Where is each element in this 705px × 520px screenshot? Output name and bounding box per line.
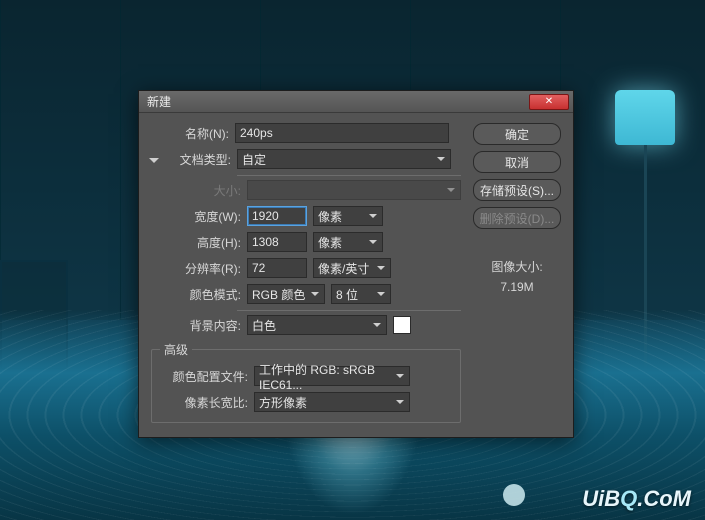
resolution-input[interactable] (247, 258, 307, 278)
size-select (247, 180, 461, 200)
close-icon: ✕ (545, 97, 553, 107)
doc-type-label: 文档类型: (169, 151, 231, 168)
bg-color-swatch[interactable] (393, 316, 411, 334)
image-size-value: 7.19M (473, 277, 561, 297)
bg-label: 背景内容: (163, 317, 241, 334)
image-size-info: 图像大小: 7.19M (473, 257, 561, 298)
doc-type-select[interactable]: 自定 (237, 149, 451, 169)
width-input[interactable] (247, 206, 307, 226)
delete-preset-button: 删除预设(D)... (473, 207, 561, 229)
pixel-aspect-select[interactable]: 方形像素 (254, 392, 410, 412)
ok-button[interactable]: 确定 (473, 123, 561, 145)
width-unit-value: 像素 (318, 208, 342, 225)
color-profile-select[interactable]: 工作中的 RGB: sRGB IEC61... (254, 366, 410, 386)
dialog-title: 新建 (147, 93, 171, 110)
chevron-down-icon (149, 158, 159, 168)
height-unit-value: 像素 (318, 234, 342, 251)
bg-content-value: 白色 (252, 317, 276, 334)
color-profile-value: 工作中的 RGB: sRGB IEC61... (259, 361, 393, 392)
width-unit-select[interactable]: 像素 (313, 206, 383, 226)
aspect-label: 像素长宽比: (160, 394, 248, 411)
height-input[interactable] (247, 232, 307, 252)
profile-label: 颜色配置文件: (160, 368, 248, 385)
color-mode-select[interactable]: RGB 颜色 (247, 284, 325, 304)
resolution-unit-select[interactable]: 像素/英寸 (313, 258, 391, 278)
doc-type-value: 自定 (242, 151, 266, 168)
separator (237, 310, 461, 311)
bg-content-select[interactable]: 白色 (247, 315, 387, 335)
bit-depth-value: 8 位 (336, 286, 358, 303)
advanced-legend: 高级 (160, 341, 192, 358)
size-label: 大小: (163, 182, 241, 199)
cancel-button[interactable]: 取消 (473, 151, 561, 173)
color-mode-value: RGB 颜色 (252, 286, 305, 303)
bit-depth-select[interactable]: 8 位 (331, 284, 391, 304)
image-size-label: 图像大小: (473, 257, 561, 277)
watermark-text: UiBQ.CoM (582, 486, 691, 512)
resolution-label: 分辨率(R): (163, 260, 241, 277)
height-unit-select[interactable]: 像素 (313, 232, 383, 252)
separator (237, 175, 461, 176)
pixel-aspect-value: 方形像素 (259, 394, 307, 411)
name-input[interactable] (235, 123, 449, 143)
save-preset-button[interactable]: 存储预设(S)... (473, 179, 561, 201)
new-document-dialog: 新建 ✕ 名称(N): 文档类型: 自定 大小: (138, 90, 574, 438)
name-label: 名称(N): (151, 125, 229, 142)
resolution-unit-value: 像素/英寸 (318, 260, 369, 277)
advanced-fieldset: 高级 颜色配置文件: 工作中的 RGB: sRGB IEC61... 像素长宽比… (151, 341, 461, 423)
width-label: 宽度(W): (163, 208, 241, 225)
color-mode-label: 颜色模式: (163, 286, 241, 303)
dialog-titlebar[interactable]: 新建 ✕ (139, 91, 573, 113)
close-button[interactable]: ✕ (529, 94, 569, 110)
wechat-icon (503, 484, 525, 506)
height-label: 高度(H): (163, 234, 241, 251)
